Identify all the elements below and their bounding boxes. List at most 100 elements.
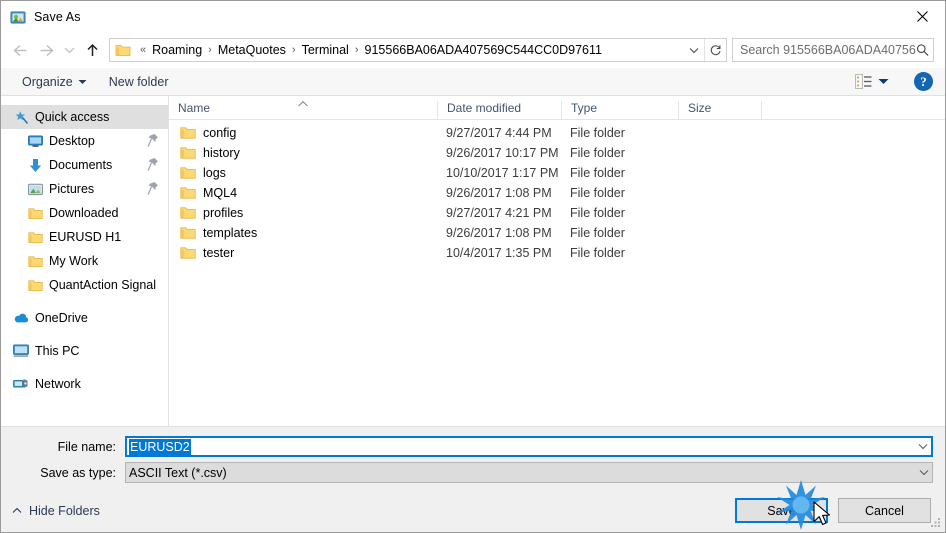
sidebar-item-label: Documents bbox=[49, 158, 113, 172]
back-button[interactable] bbox=[7, 37, 33, 63]
recent-locations-button[interactable] bbox=[59, 37, 79, 63]
sidebar-item-pictures[interactable]: Pictures bbox=[1, 177, 168, 201]
forward-button[interactable] bbox=[33, 37, 59, 63]
chevron-down-icon bbox=[918, 444, 927, 450]
file-name-input[interactable]: EURUSD2 bbox=[125, 436, 933, 457]
up-arrow-icon bbox=[86, 43, 98, 56]
hide-folders-label: Hide Folders bbox=[29, 503, 100, 518]
file-date-cell: 10/10/2017 1:17 PM bbox=[446, 166, 559, 180]
star-pin-icon bbox=[13, 109, 29, 125]
help-button[interactable]: ? bbox=[914, 72, 933, 91]
column-header-date-modified[interactable]: Date modified bbox=[437, 101, 561, 119]
help-label: ? bbox=[920, 73, 927, 89]
folder-icon bbox=[27, 205, 43, 221]
search-input[interactable]: Search 915566BA06ADA40756... bbox=[740, 43, 916, 57]
sidebar-item-desktop[interactable]: Desktop bbox=[1, 129, 168, 153]
column-header-name[interactable]: Name bbox=[169, 101, 437, 119]
column-header-label: Name bbox=[178, 101, 211, 115]
file-name-label: MQL4 bbox=[203, 186, 238, 200]
close-button[interactable] bbox=[899, 1, 945, 31]
table-row[interactable]: logs 10/10/2017 1:17 PM File folder bbox=[169, 163, 945, 183]
table-row[interactable]: MQL4 9/26/2017 1:08 PM File folder bbox=[169, 183, 945, 203]
save-as-type-dropdown-button[interactable] bbox=[915, 469, 932, 476]
sidebar-item-my-work[interactable]: My Work bbox=[1, 249, 168, 273]
save-as-type-label: Save as type: bbox=[40, 465, 116, 480]
refresh-button[interactable] bbox=[704, 39, 726, 61]
search-box[interactable]: Search 915566BA06ADA40756... bbox=[732, 38, 934, 62]
sidebar-item-quick-access[interactable]: Quick access bbox=[1, 105, 168, 129]
file-type-cell: File folder bbox=[570, 126, 625, 140]
file-name-label: logs bbox=[203, 166, 226, 180]
address-dropdown-button[interactable] bbox=[684, 39, 704, 61]
save-button[interactable]: Save bbox=[735, 498, 828, 523]
address-bar[interactable]: « Roaming › MetaQuotes › Terminal › 9155… bbox=[109, 38, 727, 62]
table-row[interactable]: config 9/27/2017 4:44 PM File folder bbox=[169, 123, 945, 143]
close-icon bbox=[916, 10, 928, 22]
file-name-label: config bbox=[203, 126, 237, 140]
file-type-cell: File folder bbox=[570, 186, 625, 200]
sidebar-item-label: My Work bbox=[49, 254, 99, 268]
file-name-dropdown-button[interactable] bbox=[914, 443, 931, 450]
onedrive-cloud-icon bbox=[13, 310, 29, 326]
breadcrumb-separator: › bbox=[291, 44, 296, 56]
table-row[interactable]: history 9/26/2017 10:17 PM File folder bbox=[169, 143, 945, 163]
folder-icon bbox=[180, 186, 196, 200]
file-date-cell: 9/26/2017 1:08 PM bbox=[446, 226, 552, 240]
breadcrumb-overflow[interactable]: « bbox=[135, 44, 151, 56]
title-bar: Save As bbox=[1, 1, 945, 32]
file-name-cell: profiles bbox=[169, 206, 437, 220]
sidebar-item-quantaction-signal[interactable]: QuantAction Signal bbox=[1, 273, 168, 297]
column-header-size[interactable]: Size bbox=[678, 101, 761, 119]
up-button[interactable] bbox=[79, 37, 105, 63]
chevron-down-icon bbox=[878, 79, 889, 84]
search-icon[interactable] bbox=[916, 43, 929, 57]
breadcrumb-item-2[interactable]: Terminal bbox=[301, 43, 350, 57]
resize-grip-icon[interactable] bbox=[929, 517, 942, 530]
sidebar-item-network[interactable]: Network bbox=[1, 372, 168, 396]
pin-icon[interactable] bbox=[147, 181, 159, 199]
file-list-pane: Name Date modified Type Size config 9/27… bbox=[169, 96, 945, 426]
new-folder-button[interactable]: New folder bbox=[102, 72, 176, 92]
pin-icon[interactable] bbox=[147, 133, 159, 151]
save-as-type-select[interactable]: ASCII Text (*.csv) bbox=[125, 462, 933, 483]
breadcrumb-item-1[interactable]: MetaQuotes bbox=[217, 43, 287, 57]
folder-icon bbox=[27, 253, 43, 269]
column-header-label: Size bbox=[688, 101, 712, 115]
pin-icon[interactable] bbox=[147, 157, 159, 175]
file-name-value[interactable]: EURUSD2 bbox=[129, 438, 191, 455]
breadcrumb-item-0[interactable]: Roaming bbox=[151, 43, 203, 57]
change-view-button[interactable] bbox=[850, 71, 894, 92]
file-name-label: profiles bbox=[203, 206, 244, 220]
documents-download-icon bbox=[27, 157, 43, 173]
sidebar-item-label: OneDrive bbox=[35, 311, 88, 325]
desktop-icon bbox=[27, 133, 43, 149]
sidebar-item-onedrive[interactable]: OneDrive bbox=[1, 306, 168, 330]
column-header-label: Date modified bbox=[447, 101, 522, 115]
app-icon bbox=[10, 9, 26, 25]
hide-folders-button[interactable]: Hide Folders bbox=[12, 504, 100, 518]
breadcrumb-item-3[interactable]: 915566BA06ADA407569C544CC0D97611 bbox=[364, 43, 603, 57]
table-row[interactable]: tester 10/4/2017 1:35 PM File folder bbox=[169, 243, 945, 263]
column-header-filler bbox=[761, 101, 945, 119]
sidebar-item-documents[interactable]: Documents bbox=[1, 153, 168, 177]
sidebar-item-this-pc[interactable]: This PC bbox=[1, 339, 168, 363]
column-header-type[interactable]: Type bbox=[561, 101, 678, 119]
sidebar-item-eurusd-h1[interactable]: EURUSD H1 bbox=[1, 225, 168, 249]
organize-label: Organize bbox=[22, 74, 73, 89]
organize-button[interactable]: Organize bbox=[15, 72, 94, 92]
file-name-cell: templates bbox=[169, 226, 437, 240]
file-name-cell: tester bbox=[169, 246, 437, 260]
chevron-down-icon bbox=[919, 470, 928, 476]
sidebar-item-downloaded[interactable]: Downloaded bbox=[1, 201, 168, 225]
navigation-sidebar: Quick access Desktop Documents Pictures … bbox=[1, 96, 169, 426]
cancel-button[interactable]: Cancel bbox=[838, 498, 931, 523]
table-row[interactable]: profiles 9/27/2017 4:21 PM File folder bbox=[169, 203, 945, 223]
table-row[interactable]: templates 9/26/2017 1:08 PM File folder bbox=[169, 223, 945, 243]
folder-icon bbox=[180, 126, 196, 140]
sidebar-item-label: Quick access bbox=[35, 110, 110, 124]
network-icon bbox=[13, 376, 29, 392]
refresh-icon bbox=[710, 44, 721, 55]
column-header-label: Type bbox=[571, 101, 598, 115]
file-date-cell: 9/27/2017 4:21 PM bbox=[446, 206, 552, 220]
